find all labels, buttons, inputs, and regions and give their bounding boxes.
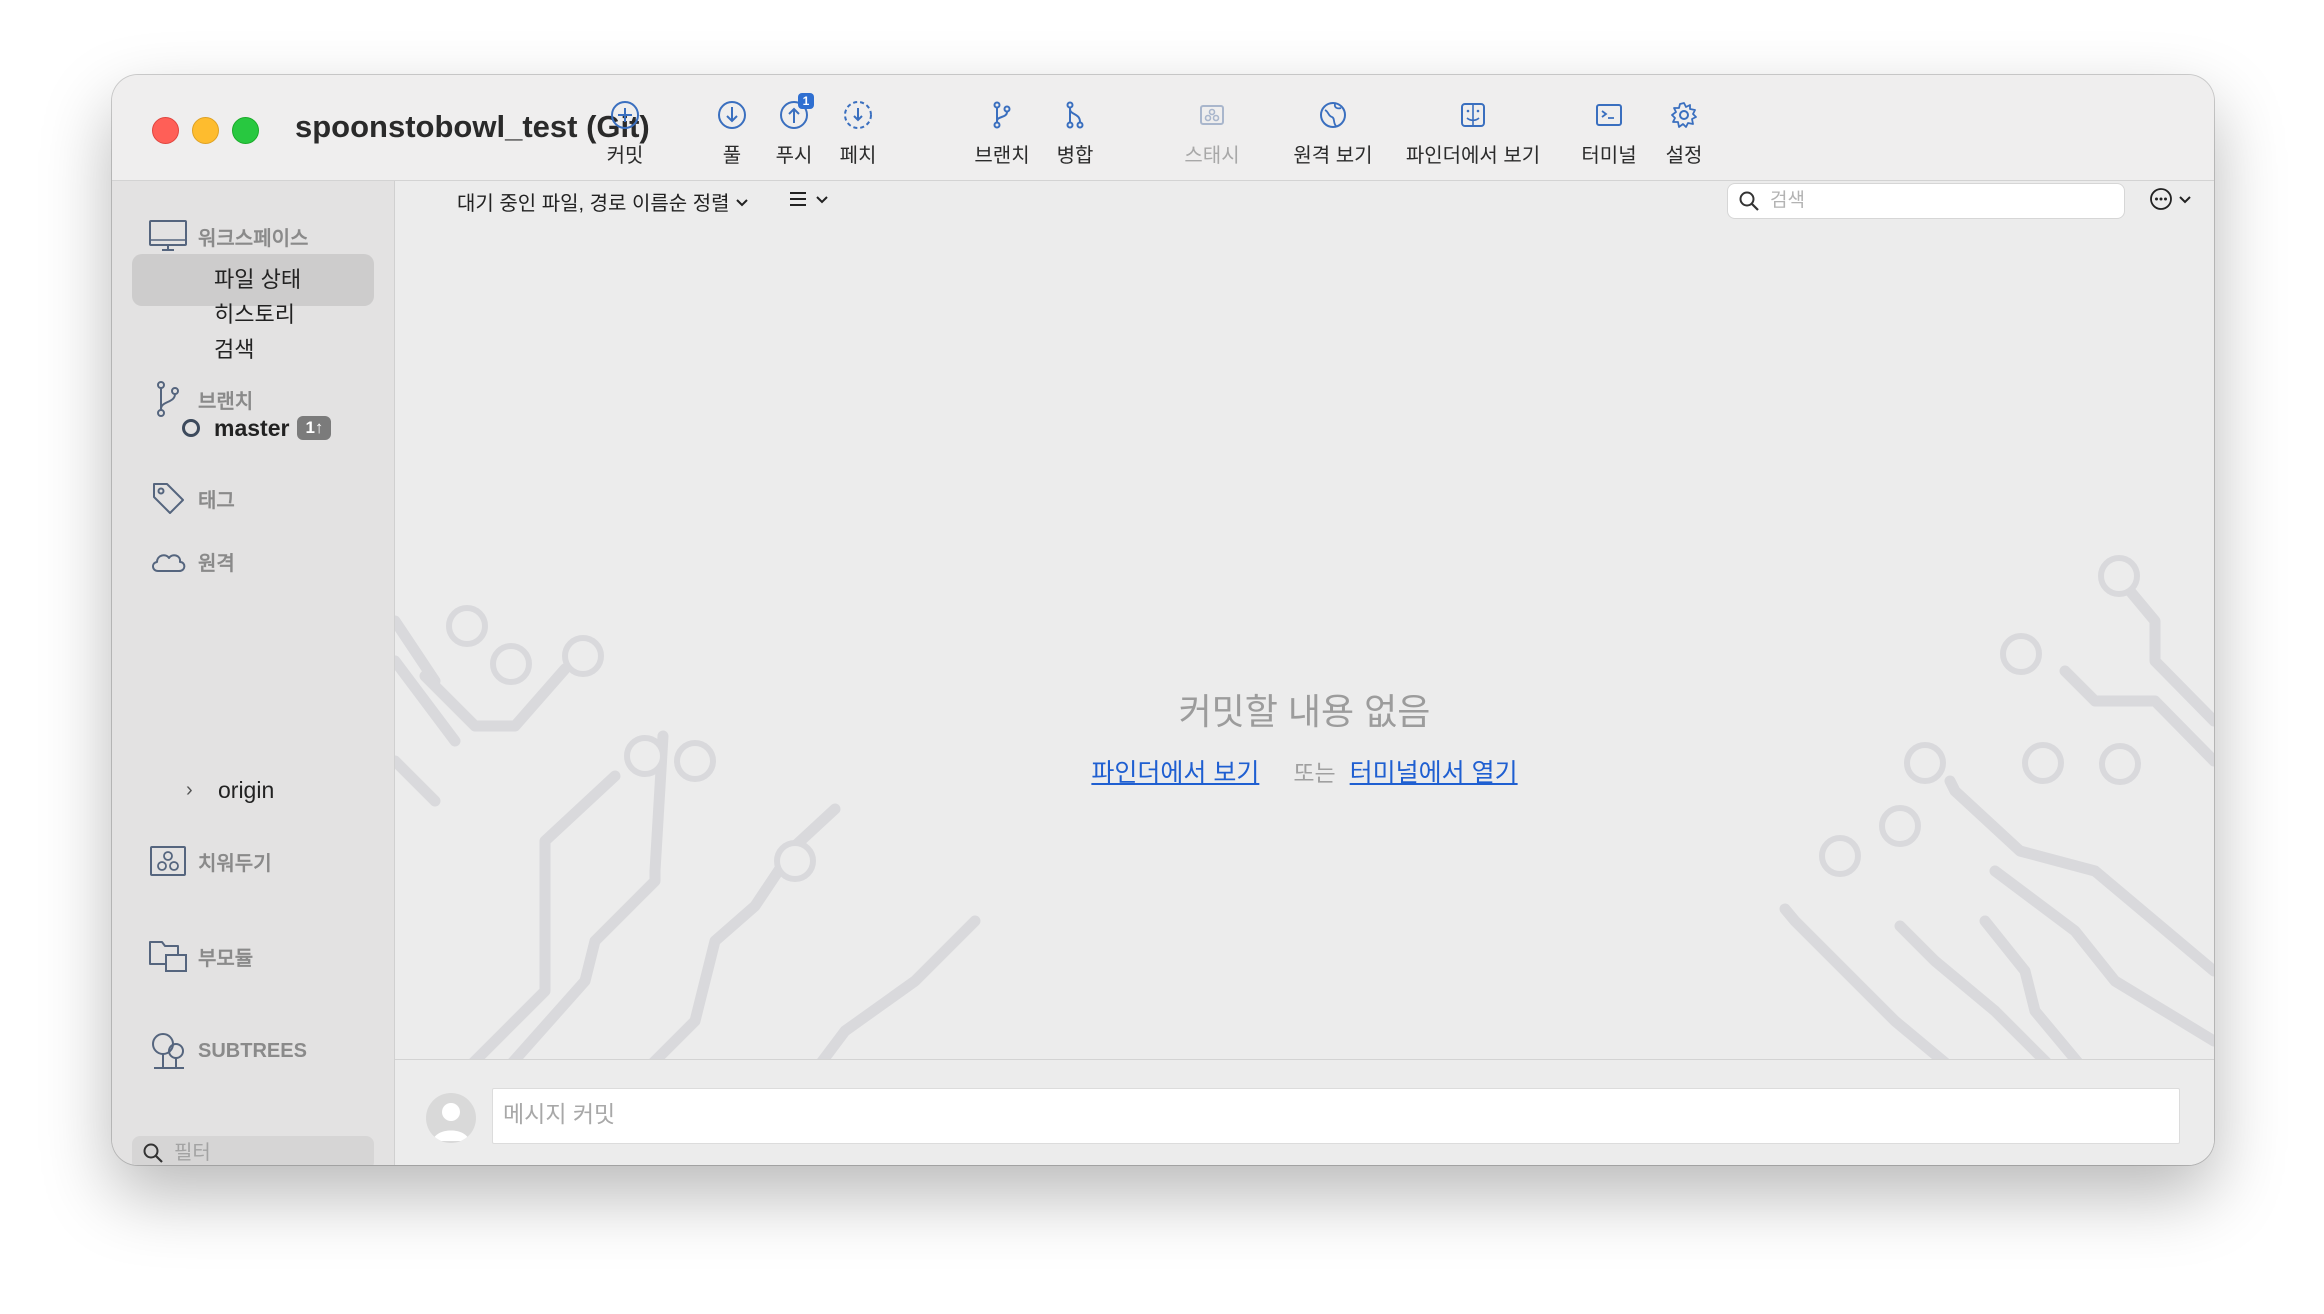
sidebar-section-tags[interactable]: 태그: [148, 478, 235, 518]
file-search-input[interactable]: [1768, 189, 2112, 213]
branch-name: master: [214, 414, 290, 441]
search-icon: [143, 1143, 163, 1163]
open-in-terminal-link[interactable]: 터미널에서 열기: [1350, 759, 1518, 787]
search-icon: [1739, 191, 1759, 211]
commit-message-field: [492, 1088, 2180, 1144]
cloud-icon: [148, 541, 188, 581]
file-status-panel: 대기 중인 파일, 경로 이름순 정렬 검색 커밋할 내용 없음 파인더에서 보…: [395, 181, 2214, 1165]
stash-label: 스태시: [1184, 145, 1240, 167]
sidebar-section-workspace[interactable]: 워크스페이스: [148, 216, 308, 256]
chevron-right-icon[interactable]: ›: [186, 779, 206, 802]
commit-label: 커밋: [606, 145, 644, 167]
minimize-window-button[interactable]: [192, 117, 219, 144]
window-title: spoonstobowl_test (Git): [295, 109, 650, 144]
commit-message-area: [395, 1059, 2214, 1165]
close-window-button[interactable]: [152, 117, 179, 144]
app-window: spoonstobowl_test (Git) 커밋 풀 1 푸시 페치 브랜치…: [112, 75, 2214, 1165]
monitor-icon: [148, 216, 188, 256]
file-search: [1727, 183, 2125, 219]
push-count-badge: 1: [798, 93, 814, 109]
settings-button[interactable]: 설정: [1662, 99, 1706, 169]
pull-label: 풀: [722, 145, 742, 167]
current-branch-dot-icon: [182, 419, 200, 437]
more-options-button[interactable]: [2149, 187, 2193, 211]
ahead-count-badge: 1↑: [297, 416, 332, 440]
terminal-icon: [1596, 104, 1622, 126]
pull-button[interactable]: 풀: [710, 99, 754, 169]
commit-button[interactable]: 커밋: [600, 99, 650, 169]
branch-label: 브랜치: [974, 145, 1030, 167]
sidebar-header-stashes: 치워두기: [198, 852, 272, 875]
stash-box-icon: [148, 841, 188, 881]
finder-view-button[interactable]: 파인더에서 보기: [1398, 99, 1548, 169]
finder-icon: [1461, 103, 1485, 127]
sidebar-section-subtrees[interactable]: SUBTREES: [148, 1031, 307, 1071]
sidebar-item-file-status[interactable]: 파일 상태: [214, 263, 301, 297]
show-in-finder-link[interactable]: 파인더에서 보기: [1091, 759, 1259, 787]
sidebar-header-tags: 태그: [198, 489, 235, 512]
sidebar-header-branches: 브랜치: [198, 390, 254, 413]
commit-message-input[interactable]: [501, 1099, 2165, 1129]
gear-icon: [1671, 102, 1697, 128]
sidebar-header-remotes: 원격: [198, 552, 235, 575]
chevron-down-icon: [816, 196, 828, 204]
sidebar-section-remotes[interactable]: 원격: [148, 541, 235, 581]
filter-input[interactable]: [172, 1140, 366, 1165]
fetch-button[interactable]: 페치: [836, 99, 880, 169]
stash-button[interactable]: 스태시: [1180, 99, 1244, 169]
submodule-folder-icon: [148, 936, 188, 976]
push-label: 푸시: [775, 145, 813, 167]
tag-icon: [148, 478, 188, 518]
sidebar-item-branch-master[interactable]: master 1↑: [182, 411, 332, 445]
finder-view-label: 파인더에서 보기: [1405, 145, 1541, 167]
sidebar: 워크스페이스 파일 상태 히스토리 검색 브랜치 master 1↑ 태그 원격…: [112, 181, 395, 1165]
tree-icon: [148, 1031, 188, 1071]
fetch-dashed-circle-icon: [844, 101, 872, 129]
branch-icon: [993, 101, 1011, 129]
avatar: [426, 1093, 476, 1143]
sidebar-item-search[interactable]: 검색: [214, 333, 254, 367]
sidebar-section-stashes[interactable]: 치워두기: [148, 841, 272, 881]
circuit-background-decoration: [395, 555, 2214, 1059]
terminal-label: 터미널: [1581, 145, 1637, 167]
sidebar-filter: [132, 1136, 374, 1165]
chevron-down-icon: [2179, 196, 2191, 204]
push-button[interactable]: 1 푸시: [772, 93, 816, 169]
sidebar-header-workspace: 워크스페이스: [198, 227, 309, 250]
or-text: 또는: [1293, 760, 1336, 786]
empty-state-title: 커밋할 내용 없음: [1178, 691, 1431, 732]
branch-button[interactable]: 브랜치: [970, 99, 1034, 169]
remote-name: origin: [218, 776, 275, 803]
empty-state-links: 파인더에서 보기 또는 터미널에서 열기: [395, 753, 2214, 789]
merge-button[interactable]: 병합: [1050, 99, 1100, 169]
plus-circle-icon: [611, 101, 639, 129]
stash-box-icon: [1200, 105, 1224, 125]
sort-dropdown[interactable]: 대기 중인 파일, 경로 이름순 정렬: [457, 187, 750, 216]
remote-view-label: 원격 보기: [1293, 145, 1373, 167]
terminal-button[interactable]: 터미널: [1578, 99, 1640, 169]
remote-view-button[interactable]: 원격 보기: [1288, 99, 1378, 169]
chevron-down-icon: [735, 198, 748, 206]
sidebar-item-history[interactable]: 히스토리: [214, 298, 295, 332]
sidebar-header-submodules: 부모듈: [198, 947, 254, 970]
merge-label: 병합: [1056, 145, 1094, 167]
merge-icon: [1066, 101, 1084, 129]
sidebar-header-subtrees: SUBTREES: [198, 1039, 307, 1062]
arrow-down-circle-icon: [718, 101, 746, 129]
zoom-window-button[interactable]: [232, 117, 259, 144]
file-list-header: 대기 중인 파일, 경로 이름순 정렬: [395, 181, 2214, 221]
list-icon: [790, 192, 806, 206]
settings-label: 설정: [1665, 145, 1703, 167]
toolbar: spoonstobowl_test (Git) 커밋 풀 1 푸시 페치 브랜치…: [112, 75, 2214, 181]
user-silhouette-icon: [433, 1103, 469, 1141]
fetch-label: 페치: [839, 145, 877, 167]
sidebar-section-submodules[interactable]: 부모듈: [148, 936, 253, 976]
sort-dropdown-label: 대기 중인 파일, 경로 이름순 정렬: [457, 193, 730, 215]
globe-icon: [1320, 102, 1346, 128]
ellipsis-circle-icon: [2150, 188, 2172, 210]
view-mode-dropdown[interactable]: [788, 189, 830, 209]
sidebar-item-remote-origin[interactable]: › origin: [186, 773, 274, 807]
